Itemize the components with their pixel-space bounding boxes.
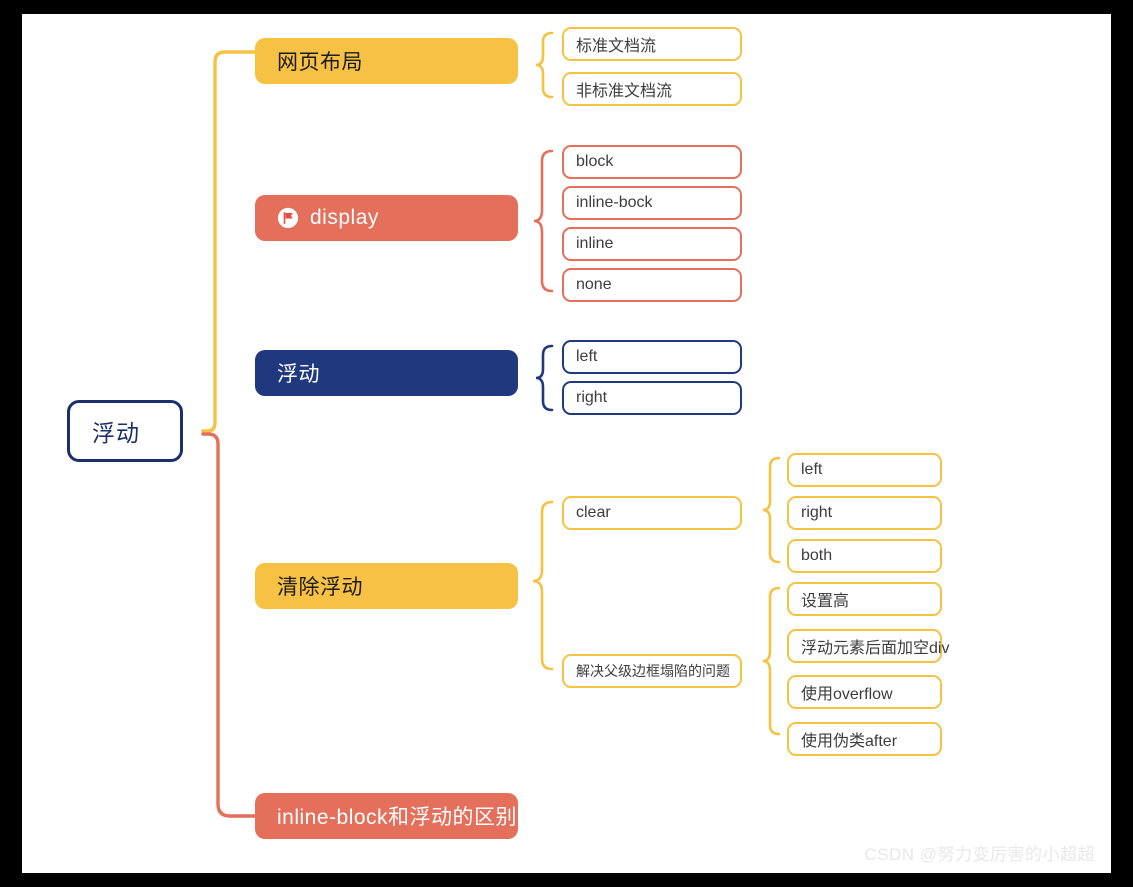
leaf-node-label: inline-bock (576, 194, 653, 211)
branch-node-label: 网页布局 (277, 51, 363, 74)
leaf-node-label: inline (576, 235, 614, 252)
leaf-node-label: 解决父级边框塌陷的问题 (576, 663, 730, 679)
leaf-node-label: right (801, 504, 833, 521)
leaf-node-label: none (576, 276, 612, 293)
leaf-node-label: block (576, 153, 614, 170)
trunk-amber (201, 50, 263, 433)
branch-node-display[interactable]: display (255, 195, 518, 241)
leaf-node-label: 使用overflow (801, 686, 893, 703)
leaf-node-label: 设置高 (801, 593, 850, 610)
leaf-node-parent-collapse[interactable]: 解决父级边框塌陷的问题 (562, 654, 742, 688)
brace-b4c1 (762, 456, 781, 564)
leaf-node-label: left (576, 348, 598, 365)
leaf-node-clear-left[interactable]: left (787, 453, 942, 487)
leaf-node-label: 非标准文档流 (576, 83, 673, 100)
brace-b1 (535, 31, 554, 99)
leaf-node-label: clear (576, 504, 611, 521)
brace-b4 (532, 500, 554, 671)
leaf-node-pseudo-after[interactable]: 使用伪类after (787, 722, 942, 756)
brace-b2 (533, 149, 554, 293)
leaf-node-set-height[interactable]: 设置高 (787, 582, 942, 616)
brace-b3 (535, 344, 554, 412)
branch-node-label: 清除浮动 (277, 576, 363, 599)
leaf-node-label: 标准文档流 (576, 38, 657, 55)
brace-b4c2 (762, 586, 781, 736)
branch-node-webpage-layout[interactable]: 网页布局 (255, 38, 518, 84)
leaf-node-clear[interactable]: clear (562, 496, 742, 530)
leaf-node-use-overflow[interactable]: 使用overflow (787, 675, 942, 709)
branch-node-label: inline-block和浮动的区别 (277, 806, 518, 829)
leaf-node-label: right (576, 389, 608, 406)
branch-node-inline-block-vs-float[interactable]: inline-block和浮动的区别 (255, 793, 518, 839)
leaf-node-float-left[interactable]: left (562, 340, 742, 374)
leaf-node-label: 浮动元素后面加空div (801, 640, 950, 657)
mindmap-canvas: 浮动 网页布局 标准文档流 非标准文档流 display block inlin… (22, 14, 1111, 873)
leaf-node-label: both (801, 547, 833, 564)
leaf-node-clear-both[interactable]: both (787, 539, 942, 573)
leaf-node-label: 使用伪类after (801, 733, 898, 750)
flag-icon (277, 207, 299, 229)
leaf-node-float-right[interactable]: right (562, 381, 742, 415)
leaf-node-inline-bock[interactable]: inline-bock (562, 186, 742, 220)
branch-node-label: 浮动 (277, 363, 320, 386)
root-node[interactable]: 浮动 (67, 400, 183, 462)
root-node-label: 浮动 (92, 420, 140, 446)
leaf-node-none[interactable]: none (562, 268, 742, 302)
leaf-node-inline[interactable]: inline (562, 227, 742, 261)
leaf-node-block[interactable]: block (562, 145, 742, 179)
leaf-node-label: left (801, 461, 823, 478)
trunk-salmon (201, 432, 262, 818)
leaf-node-nonstandard-flow[interactable]: 非标准文档流 (562, 72, 742, 106)
leaf-node-standard-flow[interactable]: 标准文档流 (562, 27, 742, 61)
connector-layer (201, 31, 781, 818)
branch-node-float[interactable]: 浮动 (255, 350, 518, 396)
csdn-watermark: CSDN @努力变厉害的小超超 (864, 845, 1095, 864)
branch-node-label: display (310, 206, 379, 229)
leaf-node-empty-div[interactable]: 浮动元素后面加空div (787, 629, 949, 663)
leaf-node-clear-right[interactable]: right (787, 496, 942, 530)
branch-node-clear-float[interactable]: 清除浮动 (255, 563, 518, 609)
